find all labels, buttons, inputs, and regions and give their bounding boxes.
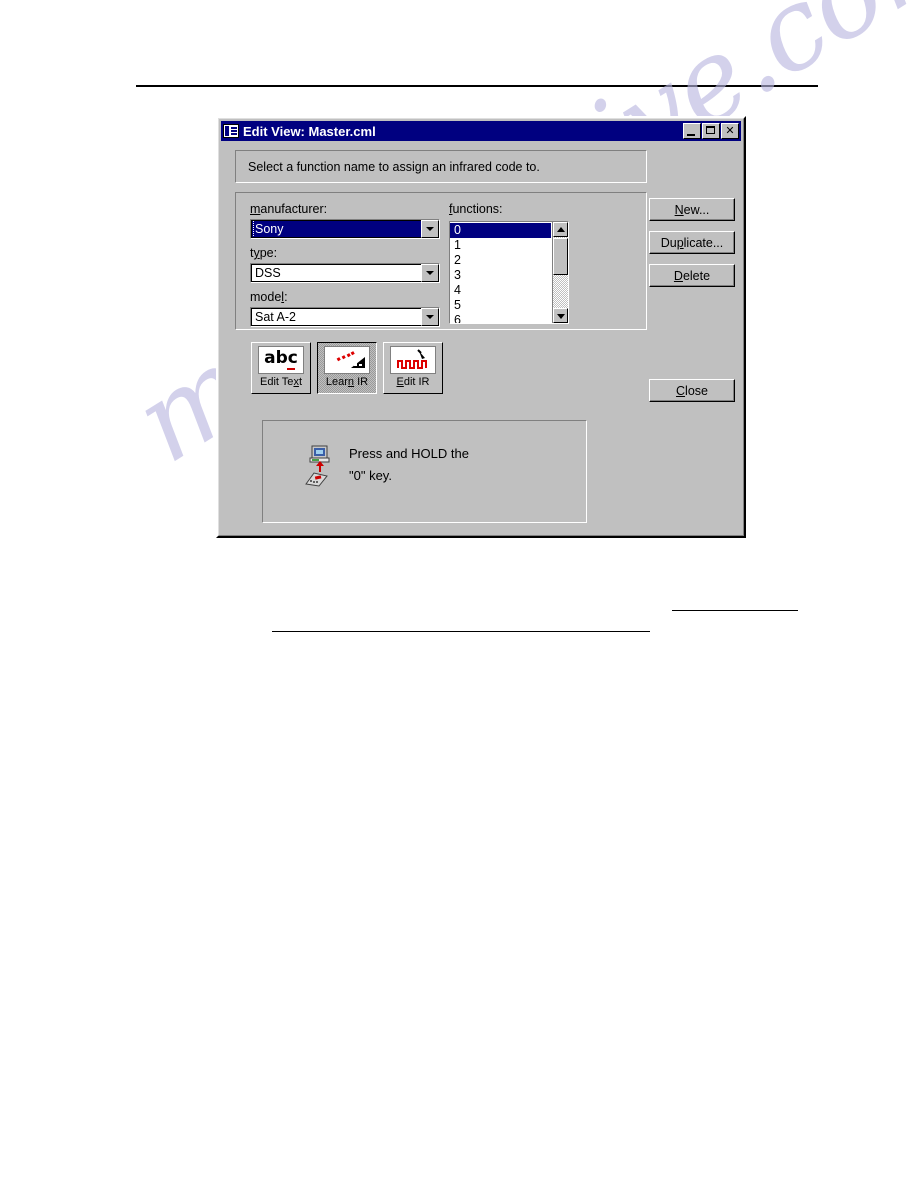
edit-text-label: Edit Text (260, 376, 302, 388)
page-header-rule (136, 85, 818, 87)
model-combo-field[interactable]: Sat A-2 (251, 308, 421, 326)
edit-text-button[interactable]: abc Edit Text (251, 342, 311, 394)
chevron-down-icon[interactable] (421, 264, 439, 282)
list-item[interactable]: 5 (452, 298, 552, 313)
list-item[interactable]: 1 (452, 238, 552, 253)
manufacturer-combo-field[interactable]: Sony (251, 220, 421, 238)
message-panel: Press and HOLD the "0" key. (262, 420, 587, 523)
list-item[interactable]: 3 (452, 268, 552, 283)
new-button[interactable]: New... (649, 198, 735, 221)
close-button-label: Close (676, 383, 708, 398)
list-item[interactable]: 6 (452, 313, 552, 323)
page-footer-rule-left (272, 631, 650, 632)
delete-button[interactable]: Delete (649, 264, 735, 287)
minimize-icon[interactable] (683, 123, 701, 139)
ir-waveform-pen-icon (390, 346, 436, 374)
duplicate-button-label: Duplicate... (660, 235, 724, 250)
manufacturer-value: Sony (253, 221, 421, 237)
functions-items[interactable]: 0 1 2 3 4 5 6 7 8 9 Channel - Channel + (450, 222, 552, 323)
computer-remote-learn-icon (303, 445, 337, 487)
chevron-down-icon[interactable] (421, 220, 439, 238)
type-combobox[interactable]: DSS (250, 263, 440, 283)
close-button[interactable]: Close (649, 379, 735, 402)
abc-icon: abc (258, 346, 304, 374)
abc-underline (287, 368, 295, 370)
manufacturer-label: manufacturer: (250, 202, 328, 216)
close-icon[interactable]: ✕ (721, 123, 739, 139)
duplicate-button[interactable]: Duplicate... (649, 231, 735, 254)
ir-remote-signal-icon (324, 346, 370, 374)
message-text: Press and HOLD the "0" key. (349, 446, 469, 483)
edit-ir-button[interactable]: Edit IR (383, 342, 443, 394)
list-item[interactable]: 2 (452, 253, 552, 268)
app-window-icon (223, 124, 239, 138)
scroll-up-icon[interactable] (553, 222, 568, 237)
page-footer-rule-right (672, 610, 798, 611)
learn-ir-button[interactable]: Learn IR (317, 342, 377, 394)
delete-button-label: Delete (673, 268, 711, 283)
scroll-down-icon[interactable] (553, 308, 568, 323)
list-item[interactable]: 0 (450, 223, 551, 238)
type-value: DSS (255, 266, 281, 280)
model-value: Sat A-2 (255, 310, 296, 324)
manufacturer-combobox[interactable]: Sony (250, 219, 440, 239)
list-item[interactable]: 4 (452, 283, 552, 298)
model-combobox[interactable]: Sat A-2 (250, 307, 440, 327)
functions-scrollbar[interactable] (552, 222, 568, 323)
dialog-titlebar: Edit View: Master.cml ✕ (221, 121, 741, 141)
functions-label: functions: (449, 202, 503, 216)
learn-ir-label: Learn IR (325, 376, 369, 388)
type-label: type: (250, 246, 278, 260)
close-glyph: ✕ (725, 124, 735, 137)
model-label: model: (250, 290, 288, 304)
new-button-label: New... (674, 202, 710, 217)
abc-glyph: abc (264, 348, 298, 368)
edit-ir-label: Edit IR (396, 376, 430, 388)
functions-listbox[interactable]: 0 1 2 3 4 5 6 7 8 9 Channel - Channel + (449, 221, 569, 324)
instruction-panel: Select a function name to assign an infr… (235, 150, 647, 183)
scrollbar-thumb[interactable] (553, 238, 568, 275)
window-title: Edit View: Master.cml (243, 123, 376, 139)
chevron-down-icon[interactable] (421, 308, 439, 326)
type-combo-field[interactable]: DSS (251, 264, 421, 282)
maximize-icon[interactable] (702, 123, 720, 139)
instruction-text: Select a function name to assign an infr… (248, 159, 540, 174)
edit-view-dialog: Edit View: Master.cml ✕ Select a functio… (216, 116, 746, 538)
